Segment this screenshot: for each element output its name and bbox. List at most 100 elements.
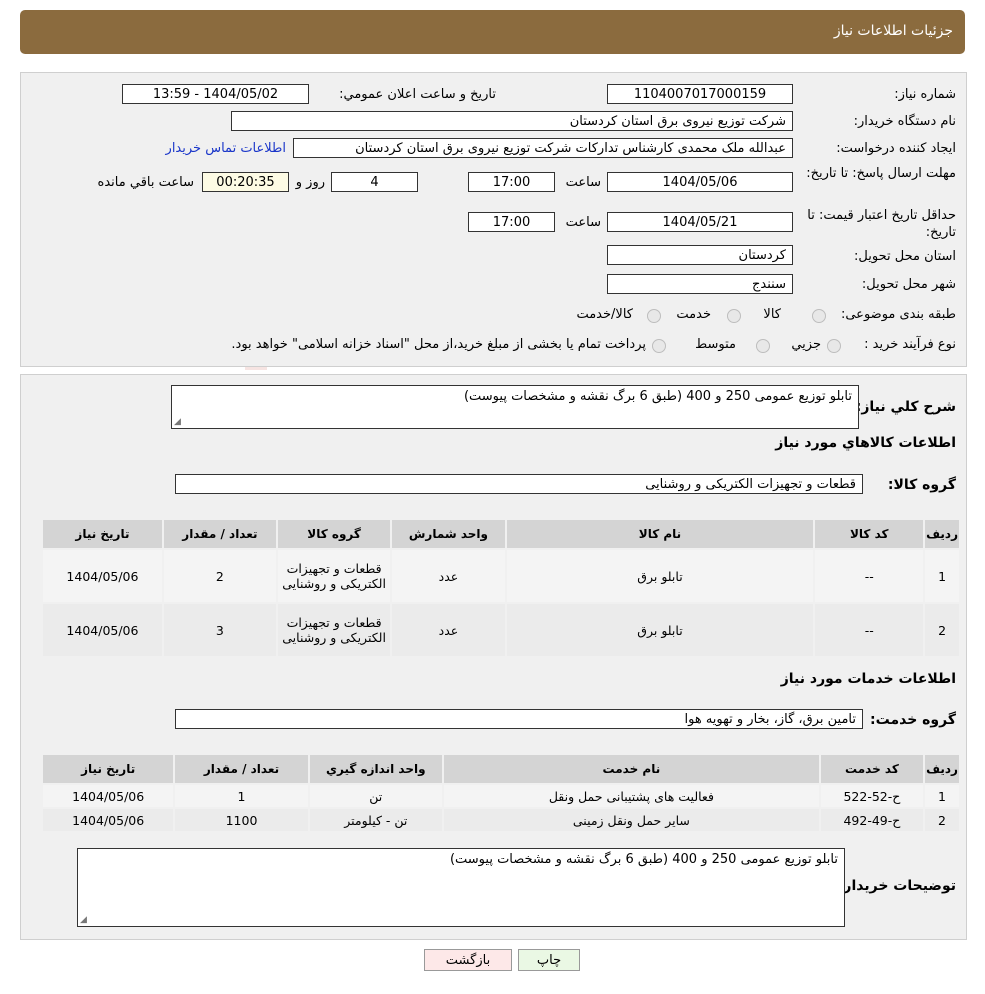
buyer-notes-textarea[interactable]: تابلو توزیع عمومی 250 و 400 (طبق 6 برگ ن… <box>77 848 845 927</box>
cell-row: 1 <box>923 783 961 809</box>
col-row: رديف <box>923 518 961 550</box>
goods-group-label: گروه كالا: <box>887 477 956 493</box>
buyer-notes-label: توضيحات خريدار: <box>837 878 956 894</box>
cell-unit: عدد <box>390 548 507 604</box>
days-label: روز و <box>295 175 325 190</box>
category-goods-label: کالا <box>763 307 781 322</box>
cell-row: 2 <box>923 807 961 833</box>
goods-table: رديف كد كالا نام كالا واحد شمارش گروه كا… <box>41 518 961 658</box>
cell-row: 2 <box>923 602 961 658</box>
category-service-radio[interactable] <box>727 309 741 323</box>
days-field: 4 <box>331 172 418 192</box>
cell-name: تابلو برق <box>504 548 816 604</box>
service-group-field: تامین برق، گاز، بخار و تهویه هوا <box>175 709 863 729</box>
price-validity-time-field: 17:00 <box>468 212 555 232</box>
cell-quantity: 3 <box>161 602 278 658</box>
col-service-name: نام خدمت <box>441 753 821 785</box>
page-title: جزئیات اطلاعات نیاز <box>833 23 953 39</box>
contact-link[interactable]: اطلاعات تماس خريدار <box>166 141 286 156</box>
cell-code: ح-49-492 <box>818 807 926 833</box>
col-goods-name: نام كالا <box>504 518 816 550</box>
city-field: سنندج <box>607 274 793 294</box>
col-unit: واحد شمارش <box>390 518 507 550</box>
announce-field: 1404/05/02 - 13:59 <box>122 84 309 104</box>
col-need-date: تاريخ نياز <box>41 518 164 550</box>
cell-group: قطعات و تجهیزات الکتریکی و روشنایی <box>275 602 393 658</box>
price-validity-time-label: ساعت <box>565 215 601 230</box>
process-note: پرداخت تمام يا بخشی از مبلغ خريد،از محل … <box>231 337 646 352</box>
cell-date: 1404/05/06 <box>41 548 164 604</box>
page-header: جزئیات اطلاعات نیاز <box>20 10 965 54</box>
category-both-label: کالا/خدمت <box>576 307 633 322</box>
cell-date: 1404/05/06 <box>41 602 164 658</box>
col-quantity: تعداد / مقدار <box>173 753 310 785</box>
cell-unit: عدد <box>390 602 507 658</box>
resize-handle-icon[interactable]: ◢ <box>174 417 181 427</box>
process-minor-radio[interactable] <box>827 339 841 353</box>
cell-name: سایر حمل ونقل زمینی <box>441 807 821 833</box>
need-number-field: 1104007017000159 <box>607 84 793 104</box>
price-validity-label: حداقل تاريخ اعتبار قيمت: تا تاريخ: <box>807 208 956 240</box>
process-label: نوع فرآيند خريد : <box>864 337 956 352</box>
summary-text: تابلو توزیع عمومی 250 و 400 (طبق 6 برگ ن… <box>463 389 852 404</box>
col-measure-unit: واحد اندازه گيري <box>307 753 444 785</box>
city-label: شهر محل تحويل: <box>861 277 956 292</box>
category-label: طبقه بندی موضوعی: <box>840 307 956 322</box>
buyer-label: نام دستگاه خريدار: <box>853 114 956 129</box>
table-row: 1 -- تابلو برق عدد قطعات و تجهیزات الکتر… <box>41 548 961 604</box>
table-row: 1 ح-52-522 فعالیت های پشتیبانی حمل ونقل … <box>40 783 961 809</box>
cell-quantity: 1 <box>173 783 310 809</box>
services-table: رديف كد خدمت نام خدمت واحد اندازه گيري ت… <box>40 753 961 833</box>
cell-code: ح-52-522 <box>818 783 926 809</box>
summary-textarea[interactable]: تابلو توزیع عمومی 250 و 400 (طبق 6 برگ ن… <box>171 385 859 429</box>
need-details-panel: شرح كلي نياز: تابلو توزیع عمومی 250 و 40… <box>20 374 967 940</box>
category-goods-radio[interactable] <box>812 309 826 323</box>
remaining-time-field: 00:20:35 <box>202 172 289 192</box>
announce-label: تاريخ و ساعت اعلان عمومي: <box>339 87 496 102</box>
col-goods-code: كد كالا <box>813 518 926 550</box>
col-need-date: تاريخ نياز <box>40 753 176 785</box>
services-table-header: رديف كد خدمت نام خدمت واحد اندازه گيري ت… <box>40 753 961 785</box>
resize-handle-icon[interactable]: ◢ <box>80 915 87 925</box>
table-row: 2 ح-49-492 سایر حمل ونقل زمینی تن - کیلو… <box>40 807 961 833</box>
cell-code: -- <box>813 548 926 604</box>
buyer-field: شرکت توزیع نیروی برق استان کردستان <box>231 111 793 131</box>
deadline-time-field: 17:00 <box>468 172 555 192</box>
buyer-notes-text: تابلو توزیع عمومی 250 و 400 (طبق 6 برگ ن… <box>449 852 838 867</box>
print-button[interactable]: چاپ <box>518 949 580 971</box>
cell-code: -- <box>813 602 926 658</box>
table-row: 2 -- تابلو برق عدد قطعات و تجهیزات الکتر… <box>41 602 961 658</box>
cell-name: تابلو برق <box>504 602 816 658</box>
cell-date: 1404/05/06 <box>40 807 176 833</box>
need-number-label: شماره نیاز: <box>894 87 956 102</box>
col-service-code: كد خدمت <box>818 753 926 785</box>
province-field: کردستان <box>607 245 793 265</box>
col-goods-group: گروه كالا <box>275 518 393 550</box>
deadline-label: مهلت ارسال پاسخ: تا تاريخ: <box>806 166 956 181</box>
cell-unit: تن <box>307 783 444 809</box>
process-treasury-checkbox[interactable] <box>652 339 666 353</box>
cell-date: 1404/05/06 <box>40 783 176 809</box>
cell-row: 1 <box>923 548 961 604</box>
need-info-panel: شماره نیاز: 1104007017000159 تاريخ و ساع… <box>20 72 967 367</box>
category-both-radio[interactable] <box>647 309 661 323</box>
col-row: رديف <box>923 753 961 785</box>
price-validity-date-field: 1404/05/21 <box>607 212 793 232</box>
deadline-time-label: ساعت <box>565 175 601 190</box>
remaining-label: ساعت باقي مانده <box>97 175 194 190</box>
goods-group-field: قطعات و تجهیزات الکتریکی و روشنایی <box>175 474 863 494</box>
process-minor-label: جزیي <box>791 337 821 352</box>
creator-field: عبدالله ملک محمدی کارشناس تدارکات شرکت ت… <box>293 138 793 158</box>
service-group-label: گروه خدمت: <box>870 712 956 728</box>
cell-name: فعالیت های پشتیبانی حمل ونقل <box>441 783 821 809</box>
cell-quantity: 1100 <box>173 807 310 833</box>
process-medium-radio[interactable] <box>756 339 770 353</box>
deadline-date-field: 1404/05/06 <box>607 172 793 192</box>
cell-group: قطعات و تجهیزات الکتریکی و روشنایی <box>275 548 393 604</box>
summary-label: شرح كلي نياز: <box>855 399 956 415</box>
col-quantity: تعداد / مقدار <box>161 518 278 550</box>
goods-table-header: رديف كد كالا نام كالا واحد شمارش گروه كا… <box>41 518 961 550</box>
province-label: استان محل تحويل: <box>854 249 956 264</box>
category-service-label: خدمت <box>676 307 711 322</box>
back-button[interactable]: بازگشت <box>424 949 512 971</box>
